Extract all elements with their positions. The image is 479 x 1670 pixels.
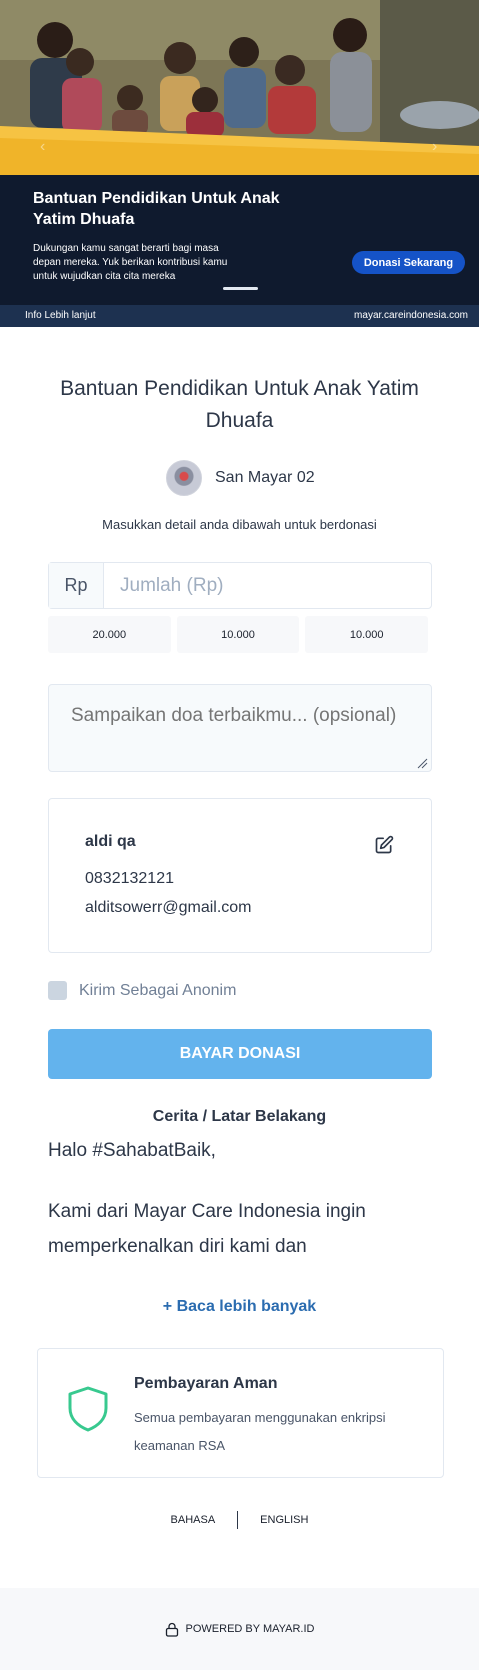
website-link[interactable]: mayar.careindonesia.com <box>354 310 468 321</box>
form-instruction: Masukkan detail anda dibawah untuk berdo… <box>102 517 377 532</box>
secure-payment-title: Pembayaran Aman <box>134 1375 278 1392</box>
donor-email: alditsowerr@gmail.com <box>85 899 252 916</box>
donor-phone: 0832132121 <box>85 870 174 887</box>
banner-description: Dukungan kamu sangat berarti bagi masa d… <box>33 243 228 282</box>
anonymous-label: Kirim Sebagai Anonim <box>79 981 237 999</box>
creator-info[interactable]: San Mayar 02 <box>166 460 315 496</box>
story-paragraph: Halo #SahabatBaik, <box>48 1140 216 1161</box>
preset-amount-button[interactable]: 10.000 <box>176 616 300 653</box>
chevron-right-icon[interactable]: › <box>432 138 437 156</box>
resize-handle-icon[interactable] <box>417 758 428 769</box>
anonymous-checkbox[interactable] <box>48 981 67 1000</box>
language-divider <box>237 1511 239 1529</box>
pay-donation-button[interactable]: BAYAR DONASI <box>48 1029 432 1079</box>
amount-input[interactable] <box>104 563 431 608</box>
secure-payment-description: Semua pembayaran menggunakan enkripsi ke… <box>134 1410 386 1453</box>
shield-icon <box>68 1386 108 1432</box>
powered-by-link[interactable]: POWERED BY MAYAR.ID <box>186 1623 315 1635</box>
donate-now-button[interactable]: Donasi Sekarang <box>352 251 465 274</box>
campaign-banner[interactable]: ‹ › Bantuan Pendidikan Untuk Anak Yatim … <box>0 0 479 327</box>
anonymous-option[interactable]: Kirim Sebagai Anonim <box>48 981 236 1000</box>
edit-icon[interactable] <box>374 835 394 855</box>
currency-prefix: Rp <box>49 563 104 608</box>
preset-amount-button[interactable]: 20.000 <box>48 616 171 653</box>
prayer-textarea[interactable] <box>48 684 432 772</box>
preset-amount-button[interactable]: 10.000 <box>305 616 429 653</box>
language-option-english[interactable]: ENGLISH <box>260 1514 308 1526</box>
secure-payment-card: Pembayaran Aman Semua pembayaran menggun… <box>37 1348 444 1478</box>
language-option-bahasa[interactable]: BAHASA <box>171 1514 216 1526</box>
avatar <box>166 460 202 496</box>
slider-indicator[interactable] <box>223 287 258 290</box>
banner-title: Bantuan Pendidikan Untuk Anak Yatim Dhua… <box>33 190 280 228</box>
amount-field[interactable]: Rp <box>48 562 432 609</box>
banner-accent-band <box>0 126 479 178</box>
footer: POWERED BY MAYAR.ID <box>0 1588 479 1670</box>
amount-presets: 20.000 10.000 10.000 <box>48 616 429 653</box>
donor-name: aldi qa <box>85 833 136 850</box>
lock-icon <box>165 1622 178 1637</box>
creator-name: San Mayar 02 <box>215 469 315 486</box>
more-info-link[interactable]: Info Lebih lanjut <box>25 310 96 321</box>
read-more-link[interactable]: + Baca lebih banyak <box>0 1298 479 1316</box>
language-switcher: BAHASA ENGLISH <box>0 1511 479 1529</box>
story-title: Cerita / Latar Belakang <box>152 1108 327 1125</box>
chevron-left-icon[interactable]: ‹ <box>40 138 45 156</box>
page-title: Bantuan Pendidikan Untuk Anak Yatim Dhua… <box>60 377 419 432</box>
banner-footer: Info Lebih lanjut mayar.careindonesia.co… <box>0 305 479 327</box>
donor-card: aldi qa 0832132121 alditsowerr@gmail.com <box>48 798 432 953</box>
story-paragraph: Kami dari Mayar Care Indonesia ingin mem… <box>48 1201 366 1257</box>
